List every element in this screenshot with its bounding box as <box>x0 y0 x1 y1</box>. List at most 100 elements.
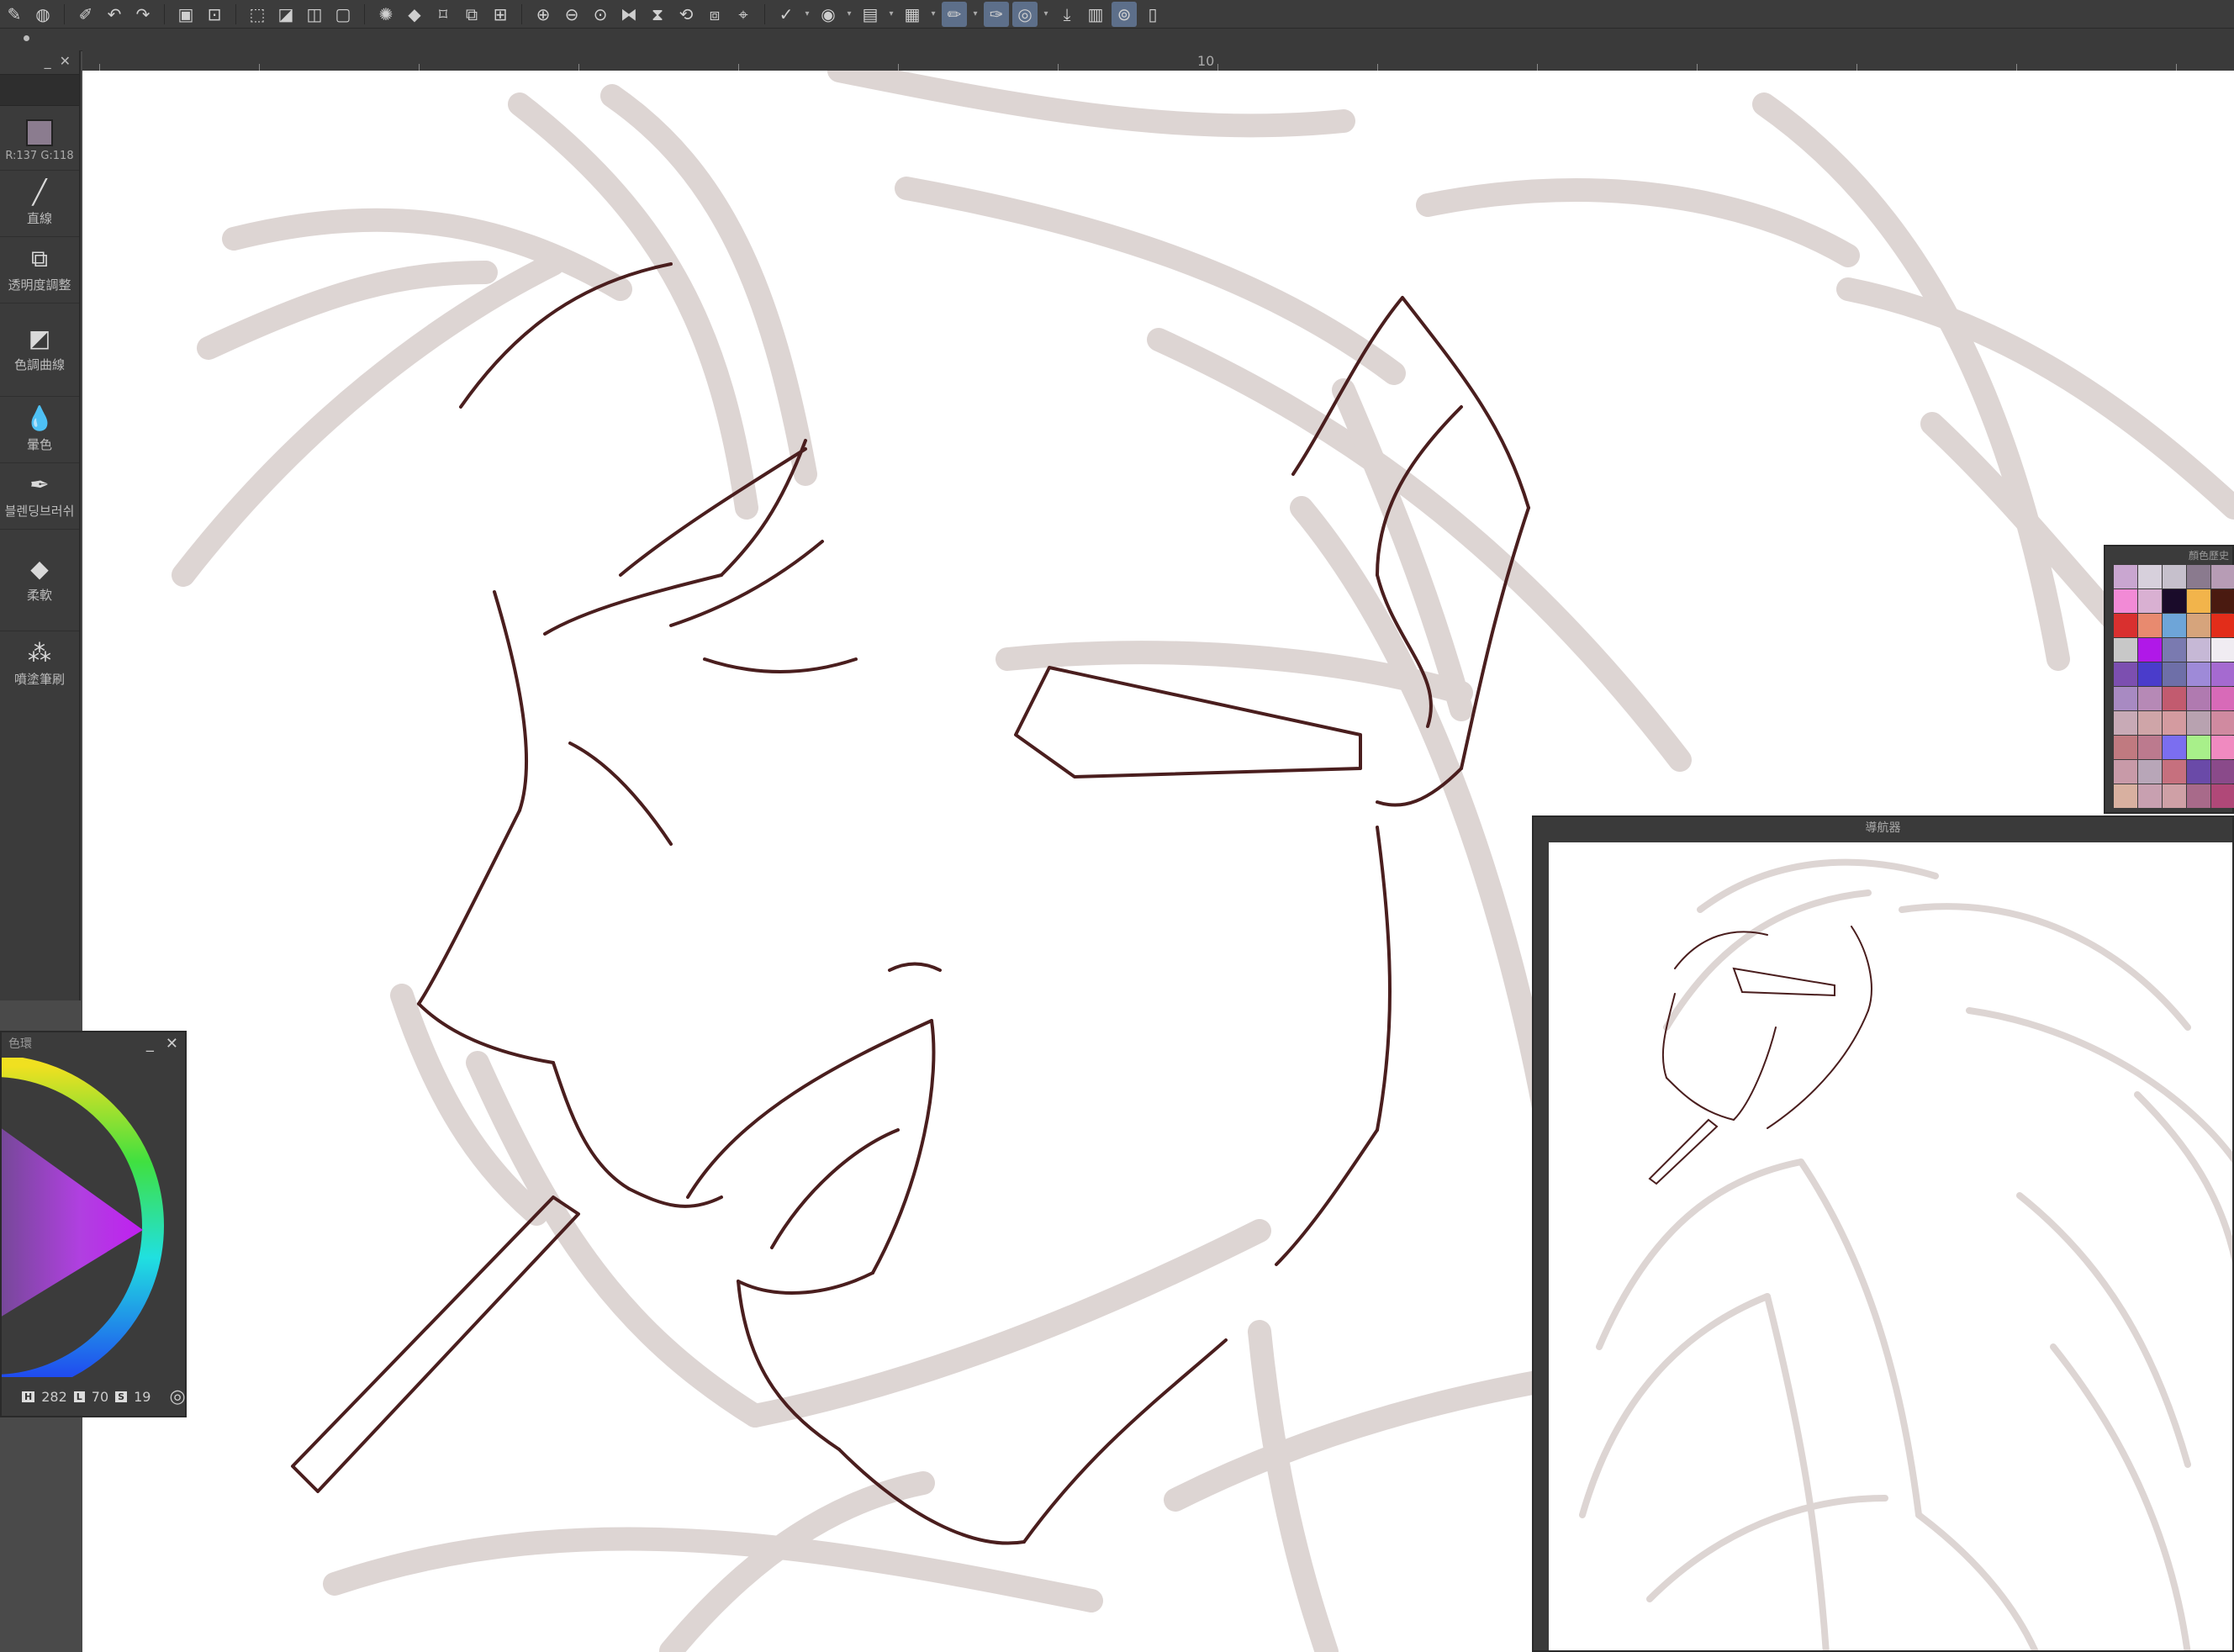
export-icon[interactable]: ⤓ <box>1054 2 1080 27</box>
color-history-swatch[interactable] <box>2114 614 2137 637</box>
color-history-swatch[interactable] <box>2187 638 2210 662</box>
color-history-swatch[interactable] <box>2187 687 2210 710</box>
target-icon[interactable]: ✓ <box>774 2 799 27</box>
color-history-swatch[interactable] <box>2138 589 2162 613</box>
undo-icon[interactable]: ↶ <box>102 2 127 27</box>
color-history-swatch[interactable] <box>2211 638 2234 662</box>
color-history-swatch[interactable] <box>2211 589 2234 613</box>
save-icon[interactable]: ▤ <box>858 2 883 27</box>
canvas-icon[interactable]: ▣ <box>173 2 198 27</box>
color-history-swatch[interactable] <box>2211 711 2234 735</box>
color-space-icon[interactable]: ◎ <box>169 1386 185 1407</box>
zoom-in-icon[interactable]: ⊕ <box>531 2 556 27</box>
brush-settings-icon[interactable]: ▦ <box>900 2 925 27</box>
color-history-swatch[interactable] <box>2114 589 2137 613</box>
color-history-swatch[interactable] <box>2211 784 2234 808</box>
color-history-swatch[interactable] <box>2138 565 2162 588</box>
color-history-swatch[interactable] <box>2187 711 2210 735</box>
tool-blur[interactable]: 💧 暈色 <box>0 397 79 463</box>
color-history-swatch[interactable] <box>2163 736 2186 759</box>
chevron-down-icon[interactable]: ▾ <box>928 9 938 18</box>
mask-icon[interactable]: ▢ <box>330 2 356 27</box>
color-history-swatch[interactable] <box>2211 565 2234 588</box>
ruler-icon[interactable]: ⌖ <box>731 2 756 27</box>
tool-soft-eraser[interactable]: ◆ 柔軟 <box>0 530 79 631</box>
chevron-down-icon[interactable]: ▾ <box>1041 9 1051 18</box>
globe-icon[interactable]: ◍ <box>30 2 55 27</box>
mesh-icon[interactable]: ⧉ <box>459 2 484 27</box>
grid-icon[interactable]: ⊞ <box>488 2 513 27</box>
color-history-swatch[interactable] <box>2138 687 2162 710</box>
circle-toggle-icon[interactable]: ◎ <box>1012 1 1038 27</box>
color-history-swatch[interactable] <box>2187 565 2210 588</box>
chevron-down-icon[interactable]: ▾ <box>886 9 896 18</box>
lasso-icon[interactable]: ✺ <box>373 2 399 27</box>
invert-icon[interactable]: ◪ <box>273 2 298 27</box>
minimize-icon[interactable]: _ <box>146 1035 154 1053</box>
tool-opacity[interactable]: ⧉ 透明度調整 <box>0 237 79 303</box>
current-color-swatch[interactable] <box>26 119 53 146</box>
color-history-swatch[interactable] <box>2138 784 2162 808</box>
chevron-down-icon[interactable]: ▾ <box>802 9 812 18</box>
snap-icon[interactable]: ⧈ <box>702 2 727 27</box>
chevron-down-icon[interactable]: ▾ <box>970 9 980 18</box>
color-history-swatch[interactable] <box>2211 687 2234 710</box>
color-history-swatch[interactable] <box>2163 589 2186 613</box>
color-history-swatch[interactable] <box>2138 638 2162 662</box>
layer-icon[interactable]: ◉ <box>816 2 841 27</box>
color-history-swatch[interactable] <box>2187 589 2210 613</box>
color-history-swatch[interactable] <box>2114 784 2137 808</box>
chevron-down-icon[interactable]: ▾ <box>844 9 854 18</box>
tool-spray[interactable]: ⁂ 噴塗筆刷 <box>0 631 79 697</box>
color-history-swatch[interactable] <box>2187 784 2210 808</box>
zoom-fit-icon[interactable]: ⊙ <box>588 2 613 27</box>
color-history-swatch[interactable] <box>2114 565 2137 588</box>
minimize-icon[interactable]: _ <box>45 53 51 69</box>
horizontal-ruler[interactable]: 10 <box>82 50 2234 71</box>
stabilizer-icon[interactable]: ✑ <box>984 1 1009 27</box>
color-history-swatch[interactable] <box>2187 662 2210 686</box>
color-history-swatch[interactable] <box>2138 662 2162 686</box>
color-history-swatch[interactable] <box>2187 760 2210 784</box>
color-history-swatch[interactable] <box>2163 711 2186 735</box>
close-icon[interactable]: ✕ <box>166 1035 178 1053</box>
tool-line[interactable]: ╱ 直線 <box>0 171 79 237</box>
color-history-swatch[interactable] <box>2114 638 2137 662</box>
color-history-swatch[interactable] <box>2211 736 2234 759</box>
color-history-swatch[interactable] <box>2187 736 2210 759</box>
color-history-swatch[interactable] <box>2163 784 2186 808</box>
color-history-swatch[interactable] <box>2114 711 2137 735</box>
tool-search-bar[interactable] <box>0 74 79 106</box>
frame-icon[interactable]: ⊡ <box>202 2 227 27</box>
navigator-preview[interactable] <box>1549 842 2232 1650</box>
search-icon[interactable]: ⊚ <box>1112 1 1137 27</box>
fill-icon[interactable]: ◆ <box>402 2 427 27</box>
redo-icon[interactable]: ↷ <box>130 2 156 27</box>
color-wheel[interactable] <box>2 1058 185 1377</box>
color-history-swatch[interactable] <box>2138 736 2162 759</box>
tool-blend-brush[interactable]: ✒ 블렌딩브러쉬 <box>0 463 79 530</box>
current-color-item[interactable]: R:137 G:118 <box>0 111 79 171</box>
flip-v-icon[interactable]: ⧗ <box>645 2 670 27</box>
color-history-swatch[interactable] <box>2138 614 2162 637</box>
flip-h-icon[interactable]: ⧓ <box>616 2 642 27</box>
color-history-swatch[interactable] <box>2187 614 2210 637</box>
color-history-swatch[interactable] <box>2211 662 2234 686</box>
color-history-swatch[interactable] <box>2114 662 2137 686</box>
close-icon[interactable]: ✕ <box>60 53 71 69</box>
color-history-swatch[interactable] <box>2114 760 2137 784</box>
color-history-swatch[interactable] <box>2163 614 2186 637</box>
color-history-swatch[interactable] <box>2211 614 2234 637</box>
select-clear-icon[interactable]: ⬚ <box>245 2 270 27</box>
fill-selection-icon[interactable]: ◫ <box>302 2 327 27</box>
color-history-swatch[interactable] <box>2114 687 2137 710</box>
color-history-swatch[interactable] <box>2163 662 2186 686</box>
color-history-swatch[interactable] <box>2163 760 2186 784</box>
tool-curve[interactable]: ◩ 色調曲線 <box>0 303 79 397</box>
device-icon[interactable]: ▯ <box>1140 2 1165 27</box>
transform-icon[interactable]: ⌑ <box>430 2 456 27</box>
eraser-settings-icon[interactable]: ✏ <box>942 1 967 27</box>
zoom-out-icon[interactable]: ⊖ <box>559 2 584 27</box>
color-history-swatch[interactable] <box>2138 711 2162 735</box>
color-history-swatch[interactable] <box>2114 736 2137 759</box>
